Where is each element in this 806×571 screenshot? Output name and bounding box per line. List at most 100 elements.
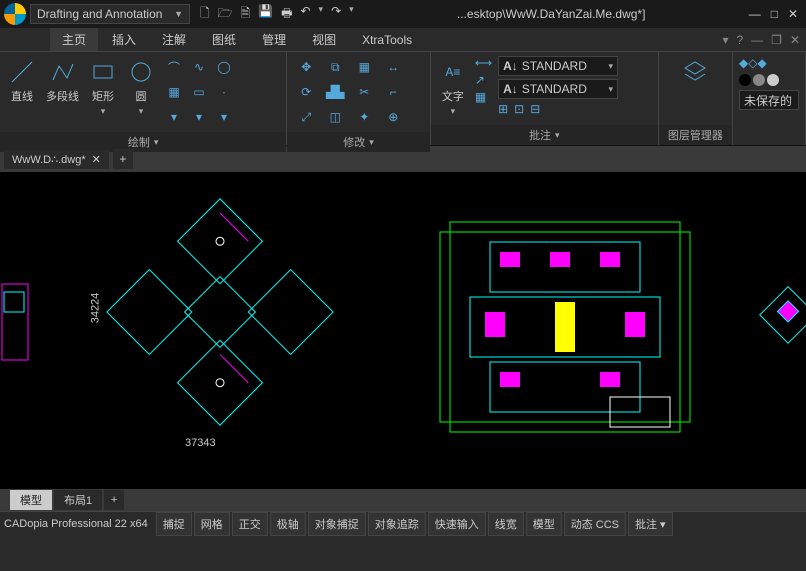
close-icon[interactable]: ✕ — [788, 7, 798, 21]
new-tab-button[interactable]: + — [113, 149, 133, 169]
window-title: ...esktop\WwW.DaYanZai.Me.dwg*] — [358, 7, 745, 21]
status-ortho[interactable]: 正交 — [232, 512, 268, 536]
region-icon[interactable]: ▭ — [188, 81, 210, 103]
anno-tool-icon[interactable]: ⊞ — [498, 102, 508, 116]
ribbon-tabs: 主页 插入 注解 图纸 管理 视图 XtraTools ▾ ? — ❐ ✕ — [0, 28, 806, 52]
copy-icon[interactable]: ⧉ — [322, 56, 348, 78]
anno-tool-icon[interactable]: ⊟ — [530, 102, 540, 116]
polyline-icon — [49, 58, 77, 86]
fillet-icon[interactable]: ⌐ — [380, 81, 406, 103]
status-grid[interactable]: 网格 — [194, 512, 230, 536]
color-swatch-icon[interactable] — [739, 74, 751, 86]
text-style-selector[interactable]: A↓ STANDARD ▾ — [498, 56, 618, 76]
undo-icon[interactable]: ↶ — [300, 4, 310, 25]
join-icon[interactable]: ⊕ — [380, 106, 406, 128]
open-icon[interactable]: 🗁 — [218, 4, 233, 25]
drawing-canvas[interactable]: 34224 37343 — [0, 172, 806, 489]
layer-manager-button[interactable] — [679, 56, 711, 88]
text-icon: A≡ — [439, 58, 467, 86]
tab-home[interactable]: 主页 — [50, 28, 98, 51]
status-osnap[interactable]: 对象捕捉 — [308, 512, 366, 536]
rectangle-button[interactable]: 矩形 ▾ — [87, 56, 119, 119]
quick-access-toolbar: 🗋 🗁 🗎 💾 🖶 ↶ ▾ ↷ ▾ — [200, 4, 354, 25]
print-icon[interactable]: 🖶 — [281, 4, 292, 25]
line-button[interactable]: 直线 — [6, 56, 38, 106]
panel-title[interactable]: 修改▾ — [287, 132, 430, 152]
ellipse-icon[interactable]: ◯ — [213, 56, 235, 78]
rotate-icon[interactable]: ⟳ — [293, 81, 319, 103]
text-button[interactable]: A≡ 文字 ▾ — [437, 56, 469, 119]
tab-insert[interactable]: 插入 — [100, 28, 148, 51]
offset-icon[interactable]: ◫ — [322, 106, 348, 128]
status-anno[interactable]: 批注 ▾ — [628, 512, 673, 536]
workspace-selector[interactable]: Drafting and Annotation ▼ — [30, 4, 190, 24]
maximize-icon[interactable]: □ — [771, 7, 778, 21]
panel-title[interactable]: 批注▾ — [431, 125, 658, 145]
stretch-icon[interactable]: ↔ — [380, 56, 406, 78]
app-logo[interactable] — [4, 3, 26, 25]
help-icon[interactable]: ? — [736, 33, 743, 47]
redo-icon[interactable]: ↷ — [331, 4, 341, 25]
status-snap[interactable]: 捕捉 — [156, 512, 192, 536]
layer-state-icon[interactable]: ◆◇◆ — [739, 56, 767, 70]
status-model[interactable]: 模型 — [526, 512, 562, 536]
color-swatch-icon[interactable] — [753, 74, 765, 86]
tab-xtratools[interactable]: XtraTools — [350, 30, 424, 50]
status-ccs[interactable]: 动态 CCS — [564, 512, 626, 536]
spline-icon[interactable]: ∿ — [188, 56, 210, 78]
panel-modify: ✥ ⧉ ▦ ↔ ⟳ ▟▙ ✂ ⌐ ⤢ ◫ ✦ ⊕ 修改▾ — [287, 52, 431, 145]
new-sheet-icon[interactable]: 🗎 — [241, 4, 251, 25]
leader-icon[interactable]: ↗ — [475, 73, 492, 87]
floorplan-edge-left — [0, 282, 30, 362]
tab-sheet[interactable]: 图纸 — [200, 28, 248, 51]
minimize-icon[interactable]: — — [749, 7, 761, 21]
status-polar[interactable]: 极轴 — [270, 512, 306, 536]
save-icon[interactable]: 💾 — [258, 4, 273, 25]
trim-icon[interactable]: ✂ — [351, 81, 377, 103]
expand-icon[interactable]: ▾ — [163, 106, 185, 128]
move-icon[interactable]: ✥ — [293, 56, 319, 78]
tab-annotate[interactable]: 注解 — [150, 28, 198, 51]
chevron-down-icon: ▾ — [101, 106, 106, 117]
status-lwt[interactable]: 线宽 — [488, 512, 524, 536]
dimension-icon[interactable]: ⟷ — [475, 56, 492, 70]
dim-style-selector[interactable]: A↓ STANDARD ▾ — [498, 79, 618, 99]
mdi-restore-icon[interactable]: ❐ — [771, 33, 782, 47]
status-dyn[interactable]: 快速输入 — [428, 512, 486, 536]
layout-tab[interactable]: 布局1 — [54, 490, 102, 510]
mirror-icon[interactable]: ▟▙ — [322, 81, 348, 103]
chevron-down-icon[interactable]: ▾ — [349, 4, 354, 25]
chevron-down-icon[interactable]: ▾ — [319, 4, 324, 25]
dim-tools: ⟷ ↗ ▦ — [475, 56, 492, 104]
point-icon[interactable]: ∙ — [213, 81, 235, 103]
scale-icon[interactable]: ⤢ — [293, 106, 319, 128]
anno-tool-icon[interactable]: ⊡ — [514, 102, 524, 116]
circle-button[interactable]: 圆 ▾ — [125, 56, 157, 119]
polyline-button[interactable]: 多段线 — [44, 56, 81, 106]
close-icon[interactable]: ✕ — [92, 153, 101, 166]
explode-icon[interactable]: ✦ — [351, 106, 377, 128]
mdi-close-icon[interactable]: ✕ — [790, 33, 800, 47]
layer-state-selector[interactable]: 未保存的 — [739, 90, 799, 110]
circle-icon — [127, 58, 155, 86]
table-icon[interactable]: ▦ — [475, 90, 492, 104]
tab-view[interactable]: 视图 — [300, 28, 348, 51]
add-layout-button[interactable]: + — [104, 490, 124, 510]
expand-icon[interactable]: ▾ — [213, 106, 235, 128]
line-icon — [8, 58, 36, 86]
window-controls: — □ ✕ — [749, 7, 798, 21]
tab-manage[interactable]: 管理 — [250, 28, 298, 51]
expand-icon[interactable]: ▾ — [188, 106, 210, 128]
mdi-minimize-icon[interactable]: — — [751, 33, 763, 47]
pattern-icon[interactable]: ▦ — [351, 56, 377, 78]
status-otrack[interactable]: 对象追踪 — [368, 512, 426, 536]
chevron-down-icon[interactable]: ▾ — [722, 33, 728, 47]
color-swatch-icon[interactable] — [767, 74, 779, 86]
panel-layerstate: ◆◇◆ 未保存的 — [733, 52, 806, 145]
model-tab[interactable]: 模型 — [10, 490, 52, 510]
statusbar: CADopia Professional 22 x64 捕捉 网格 正交 极轴 … — [0, 511, 806, 535]
arc-icon[interactable]: ⌒ — [163, 56, 185, 78]
hatch-icon[interactable]: ▦ — [163, 81, 185, 103]
document-tab[interactable]: WwW.D∴.dwg* ✕ — [4, 150, 109, 169]
new-icon[interactable]: 🗋 — [200, 4, 210, 25]
